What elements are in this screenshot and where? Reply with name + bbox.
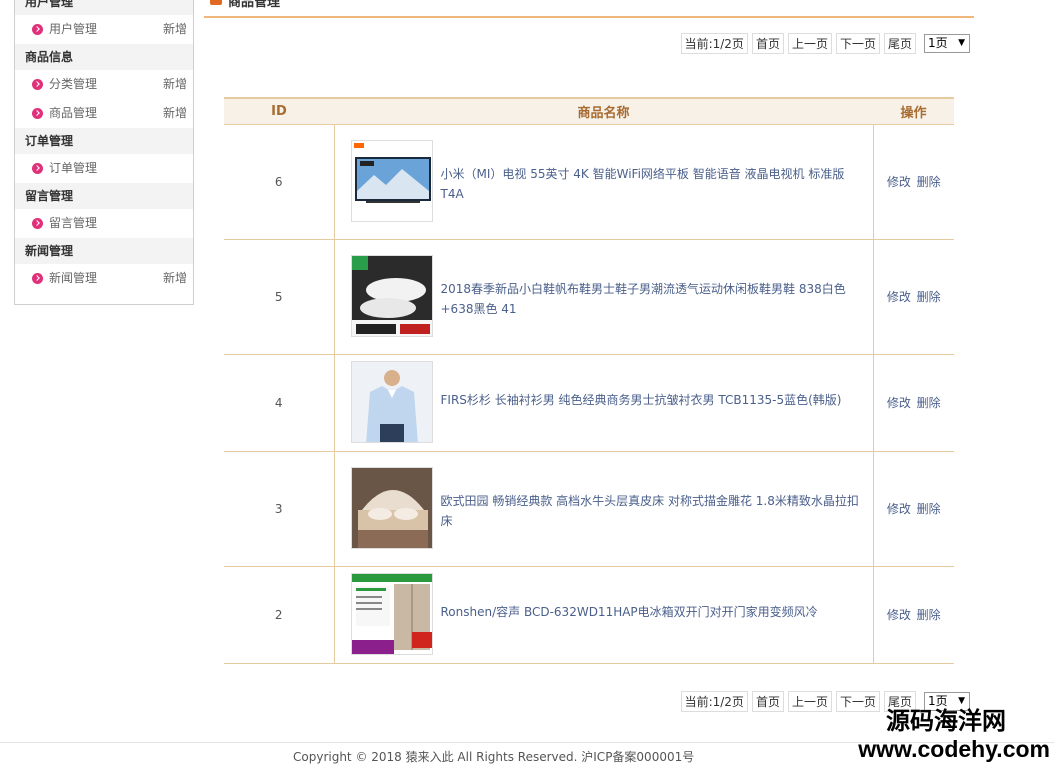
sidebar-item-label: 分类管理 [49,77,98,91]
edit-link[interactable]: 修改 [887,502,911,516]
table-row: 5 2018春季新品小白鞋帆布鞋男士鞋子男潮流透气运动休闲板鞋男鞋 838白色+… [224,239,954,355]
pager-page-select[interactable]: 1页 [924,33,970,53]
table-row: 4 FIRS杉杉 长袖衬衫男 纯色经典商务男士抗皱衬衣男 TCB1135-5蓝色… [224,354,954,452]
sidebar-item-label: 新闻管理 [49,271,98,285]
cell-op: 修改 删除 [873,566,954,664]
cell-name: 欧式田园 畅销经典款 高档水牛头层真皮床 对称式描金雕花 1.8米精致水晶拉扣床 [333,451,874,567]
sidebar-item-user-manage[interactable]: 用户管理 新增 [15,15,193,44]
sidebar-item-label: 用户管理 [49,22,98,36]
cell-id: 6 [224,124,334,240]
cell-name: 2018春季新品小白鞋帆布鞋男士鞋子男潮流透气运动休闲板鞋男鞋 838白色+63… [333,239,874,355]
delete-link[interactable]: 删除 [917,396,941,410]
table-row: 3 欧式田园 畅销经典款 高档水牛头层真皮床 对称式描金雕花 1.8米精致水晶拉… [224,451,954,567]
header-op: 操作 [873,97,954,125]
sidebar-add-category-link[interactable]: 新增 [163,70,187,99]
header-name: 商品名称 [334,97,873,125]
bed-image-icon [351,467,432,548]
edit-link[interactable]: 修改 [887,175,911,189]
footer-copyright: Copyright © 2018 猿来入此 All Rights Reserve… [293,750,695,764]
cell-name: 小米（MI）电视 55英寸 4K 智能WiFi网络平板 智能语音 液晶电视机 标… [333,124,874,240]
edit-link[interactable]: 修改 [887,608,911,622]
pager-first-button[interactable]: 首页 [751,32,784,54]
sidebar-add-goods-link[interactable]: 新增 [163,99,187,128]
sidebar-item-label: 订单管理 [49,161,98,175]
pager-next-button[interactable]: 下一页 [835,32,880,54]
page-title: 商品管理 [228,0,281,10]
chevron-right-icon [32,79,43,90]
sidebar-item-label: 商品管理 [49,106,98,120]
sidebar-item-goods-manage[interactable]: 商品管理 新增 [15,99,193,128]
fridge-image-icon [351,573,432,654]
cell-op: 修改 删除 [873,354,954,452]
sidebar-item-order-manage[interactable]: 订单管理 [15,154,193,183]
sidebar: 用户管理 用户管理 新增 商品信息 分类管理 新增 商品管理 新增 订单管理 订… [14,0,194,305]
product-thumbnail[interactable] [350,360,433,443]
cell-op: 修改 删除 [873,451,954,567]
shirt-image-icon [351,361,432,442]
pager-current: 当前:1/2页 [680,32,748,54]
sidebar-group-title: 留言管理 [15,183,193,209]
sidebar-add-user-link[interactable]: 新增 [163,15,187,44]
sidebar-group-title: 订单管理 [15,128,193,154]
delete-link[interactable]: 删除 [917,502,941,516]
chevron-right-icon [32,163,43,174]
tv-image-icon [351,140,432,221]
cell-name: Ronshen/容声 BCD-632WD11HAP电冰箱双开门对开门家用变频风冷 [333,566,874,664]
cell-op: 修改 删除 [873,239,954,355]
sidebar-group-title: 用户管理 [15,0,193,15]
pager-prev-button[interactable]: 上一页 [787,32,832,54]
pager-last-button[interactable]: 尾页 [883,32,916,54]
pager-current: 当前:1/2页 [680,690,748,712]
header-id: ID [224,97,334,125]
product-thumbnail[interactable] [350,466,433,549]
product-thumbnail[interactable] [350,139,433,222]
cell-id: 3 [224,451,334,567]
cell-op: 修改 删除 [873,124,954,240]
cell-name: FIRS杉杉 长袖衬衫男 纯色经典商务男士抗皱衬衣男 TCB1135-5蓝色(韩… [333,354,874,452]
sidebar-group-title: 商品信息 [15,44,193,70]
chevron-right-icon [32,218,43,229]
delete-link[interactable]: 删除 [917,608,941,622]
product-thumbnail[interactable] [350,254,433,337]
watermark-cn: 源码海洋网 [886,708,1006,735]
sidebar-item-label: 留言管理 [49,216,98,230]
sidebar-group-title: 新闻管理 [15,238,193,264]
table-row: 2 Ronshen/容声 BCD-632WD11HAP电冰箱双开门对开门家用变频… [224,566,954,664]
title-square-icon [210,0,222,5]
sidebar-item-message-manage[interactable]: 留言管理 [15,209,193,238]
pager-first-button[interactable]: 首页 [751,690,784,712]
cell-id: 5 [224,239,334,355]
table-row: 6 小米（MI）电视 55英寸 4K 智能WiFi网络平板 智能语音 液晶电视机… [224,124,954,240]
watermark: 源码海洋网 www.codehy.com [858,708,1050,762]
chevron-right-icon [32,108,43,119]
sidebar-item-category-manage[interactable]: 分类管理 新增 [15,70,193,99]
watermark-en: www.codehy.com [858,736,1050,762]
pager-top: 当前:1/2页 首页 上一页 下一页 尾页 1页 [680,32,970,54]
goods-table: ID 商品名称 操作 6 小米（MI）电视 55英寸 4K 智能WiFi网络平板… [224,97,954,664]
main-title-bar: 商品管理 [204,0,974,18]
delete-link[interactable]: 删除 [917,290,941,304]
shoes-image-icon [351,255,432,336]
pager-prev-button[interactable]: 上一页 [787,690,832,712]
edit-link[interactable]: 修改 [887,396,911,410]
edit-link[interactable]: 修改 [887,290,911,304]
cell-id: 4 [224,354,334,452]
cell-id: 2 [224,566,334,664]
table-header-row: ID 商品名称 操作 [224,97,954,125]
sidebar-item-news-manage[interactable]: 新闻管理 新增 [15,264,193,293]
product-thumbnail[interactable] [350,572,433,655]
chevron-right-icon [32,273,43,284]
delete-link[interactable]: 删除 [917,175,941,189]
sidebar-add-news-link[interactable]: 新增 [163,264,187,293]
chevron-right-icon [32,24,43,35]
